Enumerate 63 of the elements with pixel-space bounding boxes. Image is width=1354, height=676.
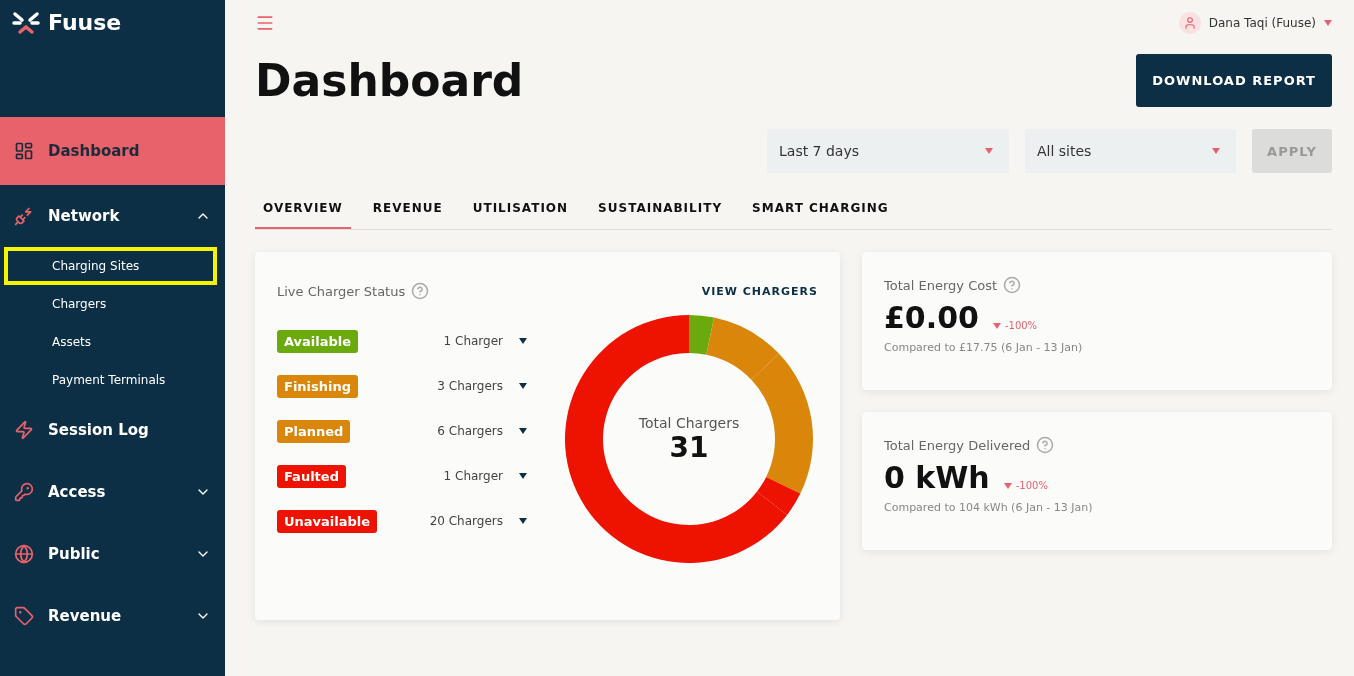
tag-icon	[14, 606, 34, 626]
caret-icon	[1324, 20, 1332, 26]
tab[interactable]: UTILISATION	[464, 187, 577, 229]
dropdown-caret-icon[interactable]	[519, 338, 527, 344]
down-caret-icon	[992, 322, 1001, 329]
brand-name: Fuuse	[48, 10, 122, 35]
sidebar-subitem[interactable]: Chargers	[4, 285, 217, 323]
card-title: Live Charger Status	[277, 283, 406, 299]
tab[interactable]: REVENUE	[364, 187, 451, 229]
status-badge: Available	[277, 329, 359, 353]
sidebar-item[interactable]: Access	[0, 461, 225, 523]
sidebar-item[interactable]: Session Log	[0, 399, 225, 461]
charger-count: 1 Charger	[442, 334, 503, 348]
status-badge: Unavailable	[277, 509, 378, 533]
tab[interactable]: SUSTAINABILITY	[590, 187, 731, 229]
down-caret-icon	[1003, 482, 1012, 489]
dropdown-caret-icon[interactable]	[519, 473, 527, 479]
sidebar-subitem[interactable]: Charging Sites	[4, 247, 217, 285]
key-icon	[14, 482, 34, 502]
kpi-value: £0.00	[884, 300, 979, 335]
sidebar-item[interactable]: Revenue	[0, 585, 225, 647]
chart-center-label: Total Chargers	[638, 414, 740, 431]
status-badge: Faulted	[277, 464, 346, 488]
kpi-comparison: Compared to 104 kWh (6 Jan - 13 Jan)	[884, 501, 1094, 514]
menu-icon[interactable]	[255, 13, 275, 33]
kpi-title: Total Energy Cost	[884, 277, 998, 293]
kpi-title: Total Energy Delivered	[884, 437, 1031, 453]
sidebar-item[interactable]: Dashboard	[0, 117, 225, 185]
charger-count: 3 Chargers	[436, 379, 503, 393]
dashboard-icon	[14, 141, 34, 161]
kpi-comparison: Compared to £17.75 (6 Jan - 13 Jan)	[884, 341, 1084, 354]
sidebar-item[interactable]: Public	[0, 523, 225, 585]
kpi-change: -100%	[1015, 480, 1048, 491]
sidebar-subitem[interactable]: Assets	[4, 323, 217, 361]
chart-total: 31	[669, 430, 709, 464]
tab[interactable]: SMART CHARGING	[744, 187, 897, 229]
caret-icon	[1212, 148, 1220, 154]
dropdown-caret-icon[interactable]	[519, 383, 527, 389]
tab[interactable]: OVERVIEW	[255, 187, 351, 229]
logo-icon	[12, 10, 40, 36]
period-select[interactable]: Last 7 days	[767, 129, 1009, 173]
status-badge: Planned	[277, 419, 351, 443]
sites-select[interactable]: All sites	[1025, 129, 1236, 173]
charger-count: 20 Chargers	[428, 514, 503, 528]
kpi-change: -100%	[1004, 320, 1038, 331]
view-chargers-link[interactable]: VIEW CHARGERS	[701, 284, 818, 298]
sidebar-subitem[interactable]: Payment Terminals	[4, 361, 217, 399]
download-report-button[interactable]: DOWNLOAD REPORT	[1136, 54, 1332, 107]
globe-icon	[14, 544, 34, 564]
lightning-icon	[14, 420, 34, 440]
user-menu[interactable]: Dana Taqi (Fuuse)	[1178, 12, 1332, 34]
kpi-value: 0 kWh	[884, 460, 990, 495]
page-title: Dashboard	[255, 55, 524, 106]
status-badge: Finishing	[277, 374, 359, 398]
caret-icon	[985, 148, 993, 154]
charger-count: 6 Chargers	[436, 424, 503, 438]
dropdown-caret-icon[interactable]	[519, 428, 527, 434]
sidebar-item[interactable]: Network	[0, 185, 225, 247]
plug-icon	[14, 206, 34, 226]
user-name: Dana Taqi (Fuuse)	[1208, 16, 1316, 30]
dropdown-caret-icon[interactable]	[519, 518, 527, 524]
user-icon	[1178, 12, 1201, 34]
charger-count: 1 Charger	[442, 469, 503, 483]
